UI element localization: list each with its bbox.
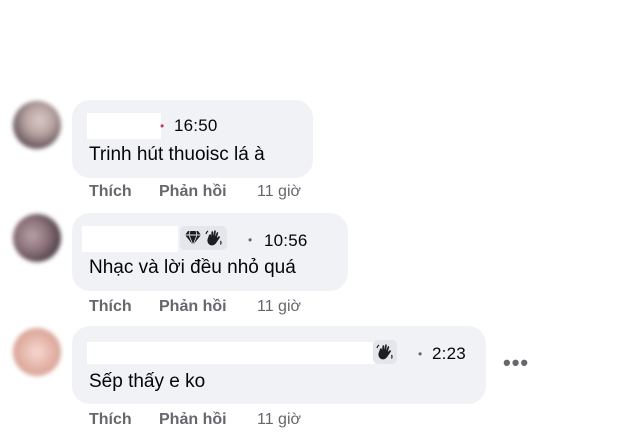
comment-age[interactable]: 11 giờ	[257, 411, 301, 429]
comment-text: Sếp thấy e ko	[89, 371, 206, 392]
avatar[interactable]	[13, 214, 61, 262]
comment-timestamp: 10:56	[264, 231, 308, 250]
wave-hand-icon	[376, 343, 394, 361]
comment-age[interactable]: 11 giờ	[257, 183, 301, 201]
separator-dot: •	[418, 347, 423, 361]
avatar[interactable]	[13, 101, 61, 149]
reply-button[interactable]: Phản hồi	[159, 411, 227, 429]
comment-bubble: • 10:56 Nhạc và lời đều nhỏ quá	[72, 213, 348, 291]
redacted-author-name[interactable]	[87, 342, 375, 364]
comment-timestamp: 2:23	[432, 344, 466, 363]
comment-timestamp: 16:50	[174, 116, 218, 135]
comment-bubble: • 2:23 Sếp thấy e ko	[72, 326, 486, 404]
badge-group	[180, 226, 227, 250]
comment-bubble: • 16:50 Trinh hút thuoisc lá à	[72, 100, 313, 178]
separator-dot: •	[160, 119, 165, 133]
like-button[interactable]: Thích	[89, 298, 132, 316]
comment-text: Nhạc và lời đều nhỏ quá	[89, 257, 296, 278]
wave-hand-icon	[205, 229, 223, 247]
like-button[interactable]: Thích	[89, 183, 132, 201]
reply-button[interactable]: Phản hồi	[159, 298, 227, 316]
redacted-author-name[interactable]	[82, 226, 178, 252]
comment-age[interactable]: 11 giờ	[257, 298, 301, 316]
comment-text: Trinh hút thuoisc lá à	[89, 144, 265, 165]
separator-dot: •	[248, 233, 253, 247]
diamond-icon	[184, 230, 202, 246]
more-options-icon[interactable]: •••	[503, 350, 529, 376]
badge-group	[373, 340, 397, 364]
reply-button[interactable]: Phản hồi	[159, 183, 227, 201]
redacted-author-name[interactable]	[87, 113, 161, 139]
avatar[interactable]	[13, 328, 61, 376]
like-button[interactable]: Thích	[89, 411, 132, 429]
